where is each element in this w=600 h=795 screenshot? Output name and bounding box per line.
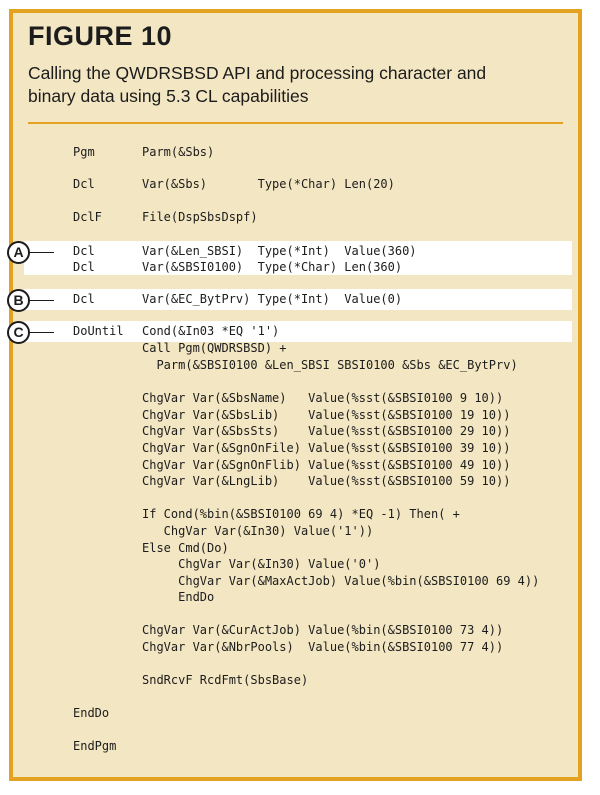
title-divider [28,122,563,124]
code-args: ChgVar Var(&LngLib) Value(%sst(&SBSI0100… [142,474,511,488]
code-args: ChgVar Var(&SbsName) Value(%sst(&SBSI010… [142,391,504,405]
code-keyword: DclF [73,210,102,224]
code-keyword: EndPgm [73,739,117,753]
code-keyword: EndDo [73,706,110,720]
code-keyword: Dcl [73,177,95,191]
code-args: SndRcvF RcdFmt(SbsBase) [142,673,309,687]
code-args: Var(&Len_SBSI) Type(*Int) Value(360) [142,244,417,258]
caption-line-2: binary data using 5.3 CL capabilities [28,86,309,106]
code-listing: Pgm Parm(&Sbs) Dcl Var(&Sbs) Type(*Char)… [0,0,539,753]
code-args: Cond(&In03 *EQ '1') [142,324,280,338]
code-args: File(DspSbsDspf) [142,210,258,224]
code-args: ChgVar Var(&MaxActJob) Value(%bin(&SBSI0… [142,574,540,588]
code-keyword: Dcl [73,260,95,274]
code-args: ChgVar Var(&In30) Value('1')) [142,524,374,538]
code-args: Var(&Sbs) Type(*Char) Len(20) [142,177,395,191]
code-args: Call Pgm(QWDRSBSD) + [142,341,287,355]
code-args: ChgVar Var(&SbsSts) Value(%sst(&SBSI0100… [142,424,511,438]
code-args: ChgVar Var(&SgnOnFlib) Value(%sst(&SBSI0… [142,458,511,472]
code-args: Parm(&SBSI0100 &Len_SBSI SBSI0100 &Sbs &… [142,358,518,372]
code-keyword: Dcl [73,244,95,258]
code-args: Parm(&Sbs) [142,145,215,159]
code-args: ChgVar Var(&SgnOnFile) Value(%sst(&SBSI0… [142,441,511,455]
code-keyword: Pgm [73,145,95,159]
marker-b-connector [30,300,54,301]
caption-line-1: Calling the QWDRSBSD API and processing … [28,63,487,83]
code-args: Var(&SBSI0100) Type(*Char) Len(360) [142,260,403,274]
code-args: ChgVar Var(&NbrPools) Value(%bin(&SBSI01… [142,640,504,654]
code-args: If Cond(%bin(&SBSI0100 69 4) *EQ -1) The… [142,507,460,521]
figure-caption: Calling the QWDRSBSD API and processing … [28,62,548,108]
code-keyword: Dcl [73,292,95,306]
code-keyword: DoUntil [73,324,124,338]
code-args: Var(&EC_BytPrv) Type(*Int) Value(0) [142,292,403,306]
marker-c-connector [30,332,54,333]
code-args: ChgVar Var(&In30) Value('0') [142,557,381,571]
code-args: ChgVar Var(&CurActJob) Value(%bin(&SBSI0… [142,623,504,637]
figure-title: FIGURE 10 [28,21,173,51]
marker-a-connector [30,252,54,253]
code-args: ChgVar Var(&SbsLib) Value(%sst(&SBSI0100… [142,408,511,422]
code-args: EndDo [142,590,215,604]
code-args: Else Cmd(Do) [142,541,229,555]
